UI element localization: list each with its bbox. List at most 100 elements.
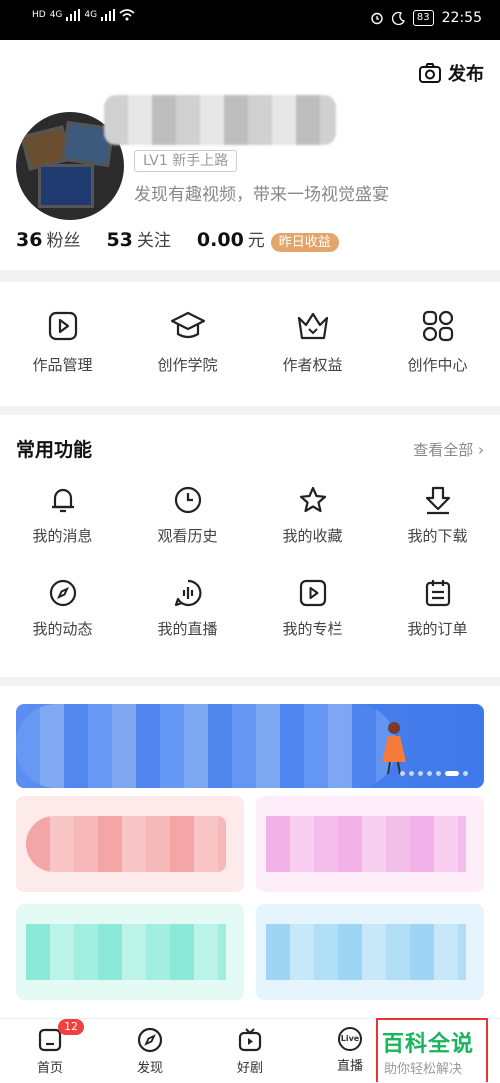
- function-label: 我的收藏: [282, 527, 343, 545]
- function-label: 观看历史: [157, 527, 218, 545]
- card-blurred-content: [266, 816, 466, 872]
- fans-count: 36: [16, 229, 43, 251]
- nav-home[interactable]: 12 首页: [0, 1019, 100, 1083]
- publish-label: 发布: [448, 64, 484, 85]
- tool-author-rights[interactable]: 作者权益: [250, 282, 375, 406]
- grid-icon: [422, 310, 453, 342]
- signal-icon: [101, 9, 116, 21]
- function-moments[interactable]: 我的动态: [0, 578, 125, 639]
- play-square-icon: [299, 579, 326, 607]
- function-downloads[interactable]: 我的下载: [375, 485, 500, 546]
- star-icon: [299, 486, 326, 513]
- promo-card-blue[interactable]: [256, 904, 484, 1000]
- earnings-badge: 昨日收益: [270, 233, 339, 252]
- tool-label: 作品管理: [32, 356, 93, 374]
- chevron-right-icon: ›: [478, 441, 484, 459]
- nav-label: 好剧: [236, 1061, 263, 1076]
- banner-figure-illustration: [382, 722, 406, 775]
- function-history[interactable]: 观看历史: [125, 485, 250, 546]
- see-all-label: 查看全部: [413, 441, 474, 459]
- function-messages[interactable]: 我的消息: [0, 485, 125, 546]
- compass-icon: [49, 579, 76, 607]
- network-4g-label: 4G: [49, 10, 63, 20]
- crown-icon: [297, 312, 328, 340]
- promo-card-teal[interactable]: [16, 904, 244, 1000]
- tool-creator-center[interactable]: 创作中心: [375, 282, 500, 406]
- follow-label: 关注: [136, 231, 171, 251]
- publish-button[interactable]: 发布: [418, 60, 484, 86]
- function-grid: 我的消息 观看历史 我的收藏 我的下载 我的动态 我的直播 我的专栏 我的订单: [0, 485, 500, 639]
- creator-tools: 作品管理 创作学院 作者权益 创作中心: [0, 282, 500, 406]
- section-title: 常用功能: [16, 439, 93, 461]
- network-indicators: HD 4G 4G: [32, 9, 135, 21]
- promo-banner[interactable]: [16, 704, 484, 788]
- tv-icon: [238, 1028, 262, 1052]
- battery-level: 83: [412, 10, 434, 26]
- hd-label: HD: [32, 10, 46, 20]
- signal-icon: [66, 9, 81, 21]
- tool-works-management[interactable]: 作品管理: [0, 282, 125, 406]
- card-blurred-content: [26, 924, 226, 980]
- banner-pagination: [400, 771, 468, 776]
- function-label: 我的消息: [32, 527, 93, 545]
- wifi-icon: [119, 9, 135, 21]
- nav-label: 直播: [336, 1059, 363, 1074]
- nav-discover[interactable]: 发现: [100, 1019, 200, 1083]
- notification-badge: 12: [58, 1019, 84, 1035]
- watermark-logo: 百科全说 助你轻松解决: [376, 1018, 488, 1082]
- play-square-icon: [48, 311, 77, 341]
- see-all-link[interactable]: 查看全部 ›: [413, 439, 484, 460]
- function-label: 我的直播: [157, 620, 218, 638]
- function-orders[interactable]: 我的订单: [375, 578, 500, 639]
- profile-bio: 发现有趣视频，带来一场视觉盛宴: [134, 185, 389, 205]
- level-badge[interactable]: LV1 新手上路: [134, 150, 238, 172]
- function-favorites[interactable]: 我的收藏: [250, 485, 375, 546]
- status-bar: HD 4G 4G 83 22:55: [0, 0, 500, 40]
- fans-stat[interactable]: 36 粉丝: [16, 226, 80, 251]
- moon-icon: [391, 11, 405, 25]
- live-icon: Live: [338, 1027, 362, 1051]
- alarm-icon: [371, 12, 383, 25]
- graduation-cap-icon: [170, 311, 205, 339]
- promo-card-pink[interactable]: [256, 796, 484, 892]
- function-label: 我的专栏: [282, 620, 343, 638]
- nav-label: 首页: [36, 1061, 63, 1076]
- banner-blurred-content: [16, 704, 396, 788]
- common-functions: 常用功能 查看全部 › 我的消息 观看历史 我的收藏 我的下载 我的动态 我的直…: [0, 415, 500, 677]
- audio-wave-icon: [174, 579, 201, 607]
- earnings-stat[interactable]: 0.00 元昨日收益: [196, 226, 339, 252]
- status-right: 83 22:55: [370, 10, 482, 26]
- tool-label: 作者权益: [282, 356, 343, 374]
- function-columns[interactable]: 我的专栏: [250, 578, 375, 639]
- watermark-title: 百科全说: [382, 1032, 475, 1057]
- tool-creator-academy[interactable]: 创作学院: [125, 282, 250, 406]
- nav-drama[interactable]: 好剧: [200, 1019, 300, 1083]
- profile-stats: 36 粉丝 53 关注 0.00 元昨日收益: [16, 226, 339, 252]
- tool-label: 创作学院: [157, 356, 218, 374]
- promo-section: [0, 686, 500, 1018]
- tool-label: 创作中心: [407, 356, 468, 374]
- fans-label: 粉丝: [46, 231, 81, 251]
- follow-count: 53: [106, 229, 133, 251]
- earnings-unit: 元: [247, 231, 265, 251]
- bell-icon: [51, 488, 74, 513]
- function-live[interactable]: 我的直播: [125, 578, 250, 639]
- profile-card: 发布 LV1 新手上路 发现有趣视频，带来一场视觉盛宴 36 粉丝 53 关注 0.…: [0, 40, 500, 270]
- order-list-icon: [425, 580, 450, 607]
- clock-icon: [174, 486, 201, 514]
- nav-label: 发现: [136, 1061, 163, 1076]
- function-label: 我的订单: [407, 620, 468, 638]
- network-4g-label-2: 4G: [84, 10, 98, 20]
- compass-icon: [137, 1027, 163, 1053]
- follow-stat[interactable]: 53 关注: [106, 226, 170, 251]
- earnings-value: 0.00: [196, 229, 244, 251]
- card-blurred-content: [26, 816, 226, 872]
- camera-icon: [419, 63, 441, 83]
- promo-card-red[interactable]: [16, 796, 244, 892]
- function-label: 我的下载: [407, 527, 468, 545]
- function-label: 我的动态: [32, 620, 93, 638]
- watermark-subtitle: 助你轻松解决: [384, 1062, 463, 1077]
- card-blurred-content: [266, 924, 466, 980]
- download-icon: [425, 486, 450, 515]
- username-blurred: [104, 95, 336, 145]
